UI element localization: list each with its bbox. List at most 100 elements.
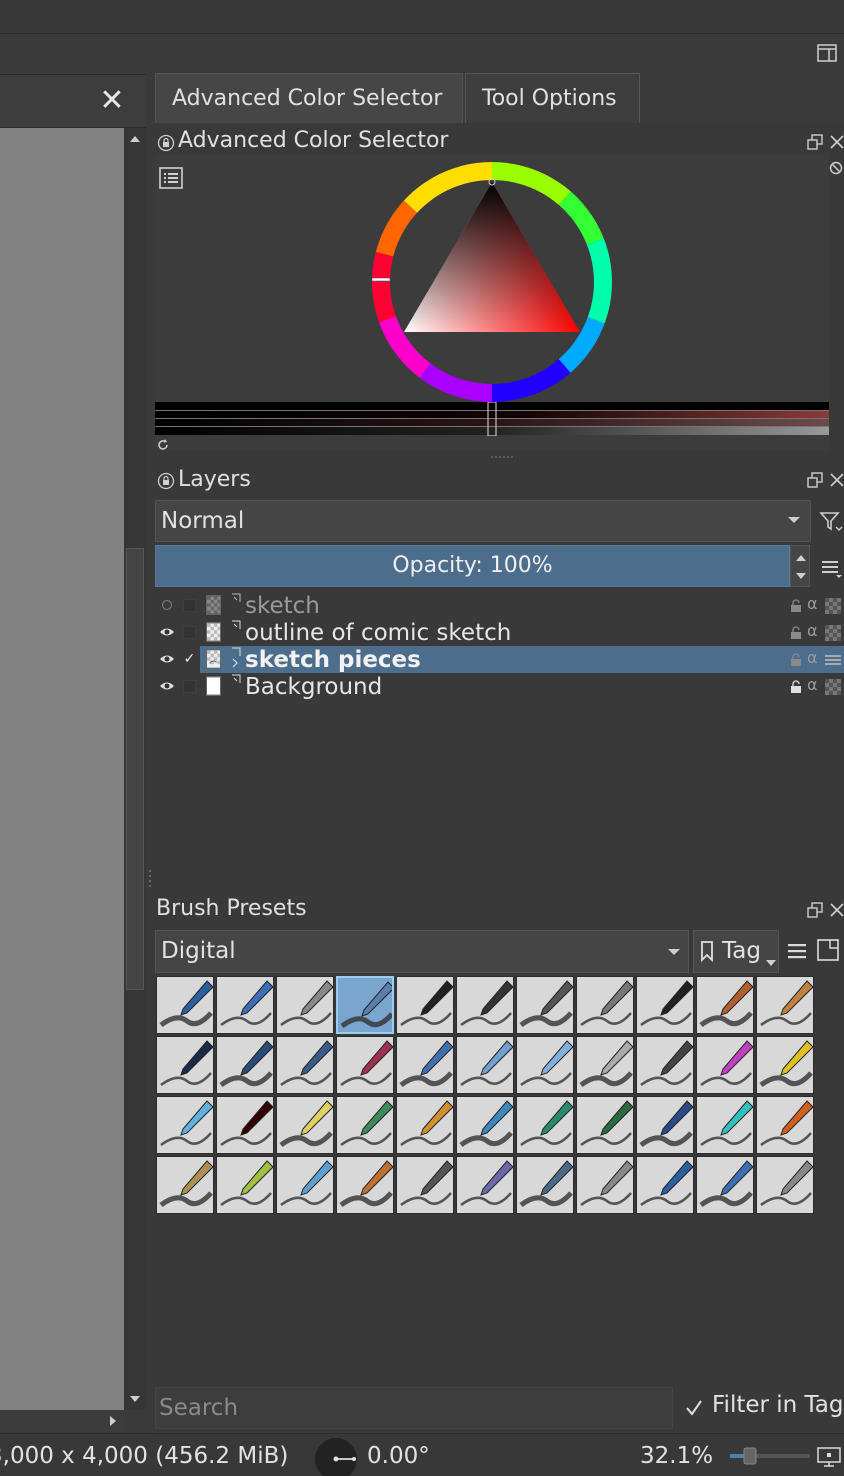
brush-preset-item[interactable]: [516, 1096, 574, 1154]
brush-preset-item[interactable]: [636, 1036, 694, 1094]
refresh-icon[interactable]: [156, 438, 170, 452]
brush-preset-item[interactable]: [396, 1096, 454, 1154]
brush-preset-item[interactable]: [276, 1036, 334, 1094]
brush-preset-item[interactable]: [696, 1036, 754, 1094]
eye-icon[interactable]: [159, 679, 175, 693]
brush-preset-item[interactable]: [336, 976, 394, 1034]
inherit-alpha-icon[interactable]: [825, 598, 841, 614]
scroll-down-icon[interactable]: [126, 1390, 144, 1408]
brush-preset-item[interactable]: [696, 1096, 754, 1154]
select-checkbox[interactable]: [183, 599, 196, 612]
block-icon[interactable]: [828, 160, 844, 176]
close-icon[interactable]: [828, 471, 844, 489]
brush-preset-item[interactable]: [336, 1036, 394, 1094]
layer-name[interactable]: sketch pieces: [245, 646, 421, 674]
float-icon[interactable]: [806, 471, 824, 489]
float-icon[interactable]: [806, 901, 824, 919]
eye-icon[interactable]: [159, 652, 175, 666]
fullscreen-icon[interactable]: [816, 1446, 842, 1468]
dock-splitter[interactable]: [146, 123, 154, 1433]
brush-preset-item[interactable]: [396, 1156, 454, 1214]
brush-preset-item[interactable]: [756, 1156, 814, 1214]
lock-icon[interactable]: [790, 653, 802, 667]
brush-preset-item[interactable]: [576, 1036, 634, 1094]
brush-preset-item[interactable]: [756, 1036, 814, 1094]
lock-icon[interactable]: [790, 626, 802, 640]
brush-preset-item[interactable]: [156, 976, 214, 1034]
brush-preset-item[interactable]: [696, 1156, 754, 1214]
checkmark-icon[interactable]: ✓: [183, 652, 196, 666]
lock-icon[interactable]: [157, 472, 175, 490]
select-checkbox[interactable]: [183, 626, 196, 639]
tag-filter-select[interactable]: Digital: [155, 930, 689, 973]
layer-row-sketch-pieces[interactable]: ✓ sketch pieces α: [155, 646, 844, 673]
tab-tool-options[interactable]: Tool Options: [465, 73, 640, 123]
brush-preset-item[interactable]: [156, 1096, 214, 1154]
brush-preset-item[interactable]: [276, 1156, 334, 1214]
brush-preset-item[interactable]: [456, 1096, 514, 1154]
layer-row-outline[interactable]: outline of comic sketch α: [155, 619, 844, 646]
alpha-lock-icon[interactable]: α: [807, 648, 818, 667]
opacity-stepper[interactable]: [790, 545, 810, 587]
shade-selector[interactable]: [155, 402, 829, 436]
tab-advanced-color-selector[interactable]: Advanced Color Selector: [155, 73, 463, 123]
opacity-slider[interactable]: Opacity: 100%: [155, 545, 790, 587]
alpha-lock-icon[interactable]: α: [807, 594, 818, 613]
layer-row-background[interactable]: Background α: [155, 673, 844, 700]
layer-name[interactable]: outline of comic sketch: [245, 619, 511, 647]
menu-icon[interactable]: [786, 940, 808, 962]
brush-preset-item[interactable]: [336, 1156, 394, 1214]
lock-icon[interactable]: [157, 134, 175, 152]
zoom-value[interactable]: 32.1%: [640, 1443, 713, 1469]
vertical-scroll-thumb[interactable]: [126, 548, 144, 990]
eye-icon[interactable]: [159, 625, 175, 639]
brush-preset-item[interactable]: [156, 1036, 214, 1094]
menu-icon[interactable]: [820, 556, 842, 578]
inherit-alpha-icon[interactable]: [825, 679, 841, 695]
select-checkbox[interactable]: [183, 680, 196, 693]
inherit-alpha-icon[interactable]: [825, 652, 841, 668]
brush-preset-item[interactable]: [216, 976, 274, 1034]
canvas[interactable]: [0, 128, 124, 1410]
checkmark-icon[interactable]: [684, 1398, 704, 1418]
search-input[interactable]: Search: [155, 1387, 673, 1429]
brush-preset-item[interactable]: [516, 976, 574, 1034]
rotation-value[interactable]: 0.00°: [367, 1443, 430, 1469]
brush-preset-item[interactable]: [156, 1156, 214, 1214]
brush-preset-item[interactable]: [516, 1156, 574, 1214]
filter-in-tag-label[interactable]: Filter in Tag: [712, 1392, 844, 1418]
alpha-lock-icon[interactable]: α: [807, 621, 818, 640]
layer-row-sketch[interactable]: sketch α: [155, 592, 844, 619]
brush-preset-item[interactable]: [276, 976, 334, 1034]
brush-preset-item[interactable]: [276, 1096, 334, 1154]
brush-preset-item[interactable]: [456, 1036, 514, 1094]
alpha-lock-icon[interactable]: α: [807, 675, 818, 694]
float-icon[interactable]: [806, 133, 824, 151]
brush-preset-item[interactable]: [636, 1096, 694, 1154]
zoom-slider[interactable]: [728, 1446, 812, 1466]
brush-preset-item[interactable]: [576, 976, 634, 1034]
brush-preset-item[interactable]: [696, 976, 754, 1034]
lock-icon[interactable]: [790, 680, 802, 694]
filter-icon[interactable]: [818, 508, 844, 534]
scroll-right-icon[interactable]: [104, 1412, 122, 1430]
brush-preset-item[interactable]: [396, 976, 454, 1034]
color-wheel[interactable]: [370, 160, 614, 404]
panel-splitter[interactable]: [490, 454, 514, 460]
brush-preset-item[interactable]: [636, 976, 694, 1034]
brush-preset-item[interactable]: [216, 1156, 274, 1214]
workspace-layout-icon[interactable]: [816, 42, 838, 64]
close-icon[interactable]: ✕: [98, 86, 126, 116]
brush-preset-item[interactable]: [756, 976, 814, 1034]
inherit-alpha-icon[interactable]: [825, 625, 841, 641]
close-icon[interactable]: [828, 901, 844, 919]
brush-preset-item[interactable]: [336, 1096, 394, 1154]
view-mode-icon[interactable]: [816, 938, 840, 964]
scroll-up-icon[interactable]: [126, 130, 144, 148]
layer-name[interactable]: sketch: [245, 592, 320, 620]
brush-preset-item[interactable]: [456, 976, 514, 1034]
brush-preset-item[interactable]: [576, 1096, 634, 1154]
brush-preset-item[interactable]: [756, 1096, 814, 1154]
brush-preset-item[interactable]: [456, 1156, 514, 1214]
rotation-dial-icon[interactable]: [314, 1437, 358, 1476]
